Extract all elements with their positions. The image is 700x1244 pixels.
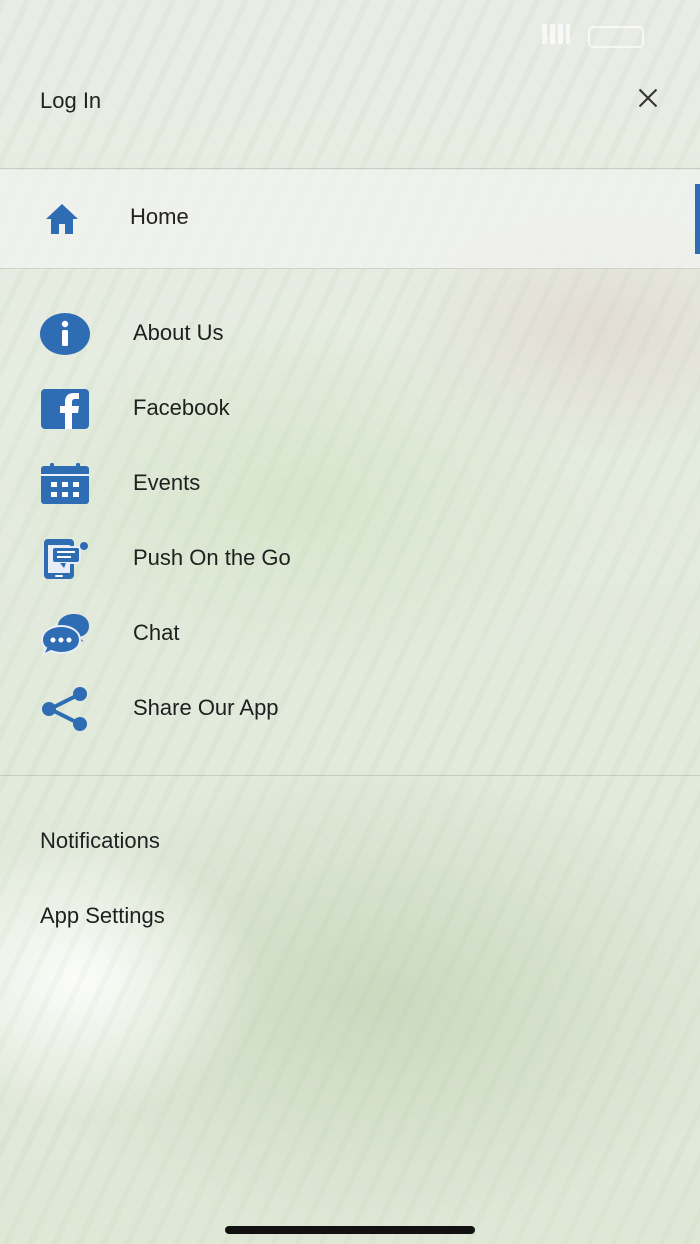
- menu-item-share-our-app[interactable]: Share Our App: [0, 671, 700, 746]
- menu-item-push-on-the-go[interactable]: Push On the Go: [0, 521, 700, 596]
- share-icon: [40, 687, 92, 731]
- menu-item-home-label: Home: [130, 204, 189, 229]
- facebook-icon: [40, 387, 92, 431]
- menu-item-facebook[interactable]: Facebook: [0, 371, 700, 446]
- signal-icon: [542, 24, 570, 44]
- home-icon: [44, 202, 80, 236]
- menu-item-label: Push On the Go: [133, 545, 291, 570]
- menu-item-label: Facebook: [133, 395, 230, 420]
- menu-item-chat[interactable]: Chat: [0, 596, 700, 671]
- battery-icon: [588, 26, 644, 48]
- calendar-icon: [40, 462, 92, 506]
- chat-icon: [40, 612, 92, 656]
- status-bar: [0, 0, 700, 60]
- selected-indicator: [695, 184, 700, 254]
- menu-item-label: Share Our App: [133, 695, 279, 720]
- info-icon: [40, 312, 92, 356]
- menu-item-about-us[interactable]: About Us: [0, 296, 700, 371]
- menu-item-label: About Us: [133, 320, 224, 345]
- section-divider: [0, 775, 700, 776]
- menu-item-label: Chat: [133, 620, 180, 645]
- home-indicator: [225, 1226, 475, 1234]
- close-icon[interactable]: [630, 80, 666, 116]
- menu-item-home[interactable]: Home: [0, 170, 700, 269]
- menu-item-label: Events: [133, 470, 201, 495]
- app-settings-link[interactable]: App Settings: [40, 903, 165, 929]
- menu-item-events[interactable]: Events: [0, 446, 700, 521]
- login-button[interactable]: Log In: [40, 88, 101, 114]
- push-notification-icon: [40, 537, 92, 581]
- menu-header: Log In: [0, 60, 700, 169]
- notifications-link[interactable]: Notifications: [40, 828, 160, 854]
